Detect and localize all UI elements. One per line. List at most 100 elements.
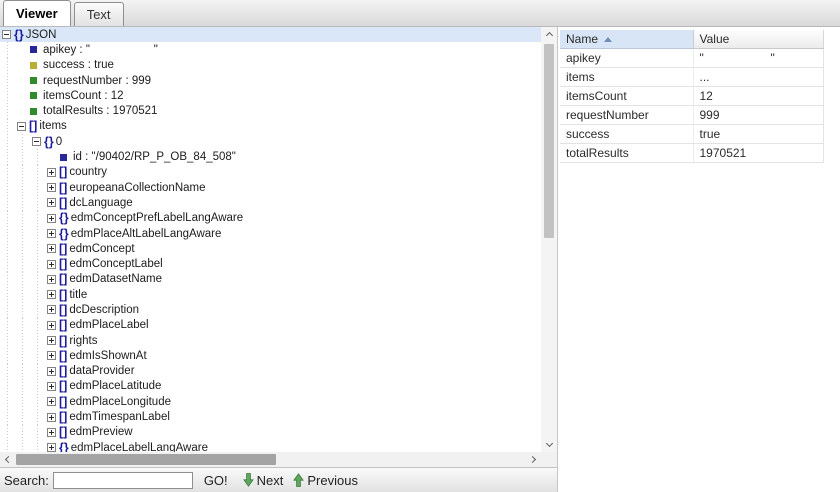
tree-node-0[interactable]: {}0: [0, 134, 541, 149]
collapse-icon[interactable]: [32, 137, 41, 146]
tree-node-rights[interactable]: []rights: [0, 333, 541, 348]
scroll-up-icon[interactable]: [541, 27, 557, 42]
scroll-right-icon[interactable]: [526, 452, 541, 467]
tree-indent-guide: [17, 165, 32, 180]
horizontal-scrollbar-thumb[interactable]: [16, 454, 276, 465]
expand-icon[interactable]: [47, 260, 56, 269]
scroll-down-icon[interactable]: [541, 437, 557, 452]
chevron-down-icon: [545, 440, 552, 447]
search-label: Search:: [4, 473, 49, 488]
tree-node-europeanaCollectionName[interactable]: []europeanaCollectionName: [0, 180, 541, 195]
tree-node-edmPreview[interactable]: []edmPreview: [0, 425, 541, 440]
expand-icon[interactable]: [47, 198, 56, 207]
expand-icon[interactable]: [47, 275, 56, 284]
tree-node-edmTimespanLabel[interactable]: []edmTimespanLabel: [0, 409, 541, 424]
tree-node-edmConceptPrefLabelLangAware[interactable]: {}edmConceptPrefLabelLangAware: [0, 211, 541, 226]
tree-node-label: edmPlaceLatitude: [69, 380, 161, 392]
table-row[interactable]: totalResults1970521: [560, 143, 823, 162]
tree-node-label: edmPlaceLongitude: [69, 396, 171, 408]
tree-node-edmIsShownAt[interactable]: []edmIsShownAt: [0, 348, 541, 363]
tree-node-edmConceptLabel[interactable]: []edmConceptLabel: [0, 256, 541, 271]
tree-node-label: europeanaCollectionName: [69, 182, 205, 194]
tree-node-edmPlaceLabel[interactable]: []edmPlaceLabel: [0, 318, 541, 333]
tree-indent-guide: [17, 241, 32, 256]
collapse-icon[interactable]: [2, 30, 11, 39]
expand-icon[interactable]: [47, 367, 56, 376]
table-row[interactable]: requestNumber999: [560, 105, 823, 124]
collapse-icon[interactable]: [17, 122, 26, 131]
expand-icon[interactable]: [47, 229, 56, 238]
tree-node-id[interactable]: id : "/90402/RP_P_OB_84_508": [0, 149, 541, 164]
tree-node-dcLanguage[interactable]: []dcLanguage: [0, 195, 541, 210]
previous-arrow-icon[interactable]: [293, 473, 304, 487]
tree-node-totalResults[interactable]: totalResults : 1970521: [0, 103, 541, 118]
tab-text[interactable]: Text: [74, 2, 124, 26]
array-icon: []: [29, 119, 37, 133]
tree-horizontal-scrollbar[interactable]: [0, 452, 541, 467]
tree-node-dataProvider[interactable]: []dataProvider: [0, 364, 541, 379]
tree-node-title[interactable]: []title: [0, 287, 541, 302]
tree-node-label: edmPlaceLabelLangAware: [71, 442, 208, 452]
tree-node-label: 0: [56, 136, 62, 148]
tree-indent-guide: [2, 318, 17, 333]
tree-node-edmDatasetName[interactable]: []edmDatasetName: [0, 272, 541, 287]
column-header-value[interactable]: Value: [693, 30, 823, 48]
previous-button[interactable]: Previous: [307, 473, 358, 488]
expand-icon[interactable]: [47, 382, 56, 391]
expand-icon[interactable]: [47, 183, 56, 192]
tree-node-requestNumber[interactable]: requestNumber : 999: [0, 73, 541, 88]
expand-icon[interactable]: [47, 214, 56, 223]
go-button[interactable]: GO!: [204, 473, 228, 488]
tree-node-dcDescription[interactable]: []dcDescription: [0, 302, 541, 317]
table-row[interactable]: items...: [560, 67, 823, 86]
tree-node-JSON[interactable]: {}JSON: [0, 27, 541, 42]
tree-node-label: dataProvider: [69, 365, 134, 377]
tree-node-edmPlaceAltLabelLangAware[interactable]: {}edmPlaceAltLabelLangAware: [0, 226, 541, 241]
tree-indent-guide: [32, 272, 47, 287]
tree-indent-guide: [2, 302, 17, 317]
array-icon: []: [59, 425, 67, 439]
tree-indent-guide: [2, 134, 17, 149]
expand-icon[interactable]: [47, 321, 56, 330]
array-icon: []: [59, 379, 67, 393]
expand-icon[interactable]: [47, 351, 56, 360]
tree-node-itemsCount[interactable]: itemsCount : 12: [0, 88, 541, 103]
tree-node-apikey[interactable]: apikey : " ": [0, 42, 541, 57]
next-button[interactable]: Next: [257, 473, 284, 488]
scroll-left-icon[interactable]: [0, 452, 15, 467]
expand-icon[interactable]: [47, 244, 56, 253]
vertical-scrollbar-thumb[interactable]: [544, 44, 554, 238]
tree-indent-guide: [17, 149, 32, 164]
tree-node-edmConcept[interactable]: []edmConcept: [0, 241, 541, 256]
expand-icon[interactable]: [47, 443, 56, 452]
tab-bar: Viewer Text: [0, 0, 840, 27]
expand-icon[interactable]: [47, 305, 56, 314]
search-input[interactable]: [53, 472, 193, 489]
expand-icon[interactable]: [47, 336, 56, 345]
table-row[interactable]: successtrue: [560, 124, 823, 143]
next-arrow-icon[interactable]: [243, 473, 254, 487]
tree-node-edmPlaceLabelLangAware[interactable]: {}edmPlaceLabelLangAware: [0, 440, 541, 452]
tree-node-items[interactable]: []items: [0, 119, 541, 134]
tree-vertical-scrollbar[interactable]: [541, 27, 557, 452]
expand-icon[interactable]: [47, 428, 56, 437]
expand-icon[interactable]: [47, 290, 56, 299]
tree-indent-guide: [2, 379, 17, 394]
tree-node-label: items: [39, 120, 66, 132]
tree-indent-guide: [17, 440, 32, 452]
column-header-name[interactable]: Name: [560, 30, 693, 48]
tree-node-success[interactable]: success : true: [0, 58, 541, 73]
tree-node-edmPlaceLatitude[interactable]: []edmPlaceLatitude: [0, 379, 541, 394]
expand-icon[interactable]: [47, 413, 56, 422]
tree-node-edmPlaceLongitude[interactable]: []edmPlaceLongitude: [0, 394, 541, 409]
tree-node-country[interactable]: []country: [0, 165, 541, 180]
tree-node-label: edmPreview: [69, 426, 132, 438]
table-row[interactable]: apikey" ": [560, 48, 823, 67]
name-cell: totalResults: [560, 143, 693, 162]
table-row[interactable]: itemsCount12: [560, 86, 823, 105]
expand-icon[interactable]: [47, 168, 56, 177]
tree-indent-guide: [2, 409, 17, 424]
tab-viewer[interactable]: Viewer: [3, 0, 71, 26]
expand-icon[interactable]: [47, 397, 56, 406]
tree-indent-guide: [17, 134, 32, 149]
